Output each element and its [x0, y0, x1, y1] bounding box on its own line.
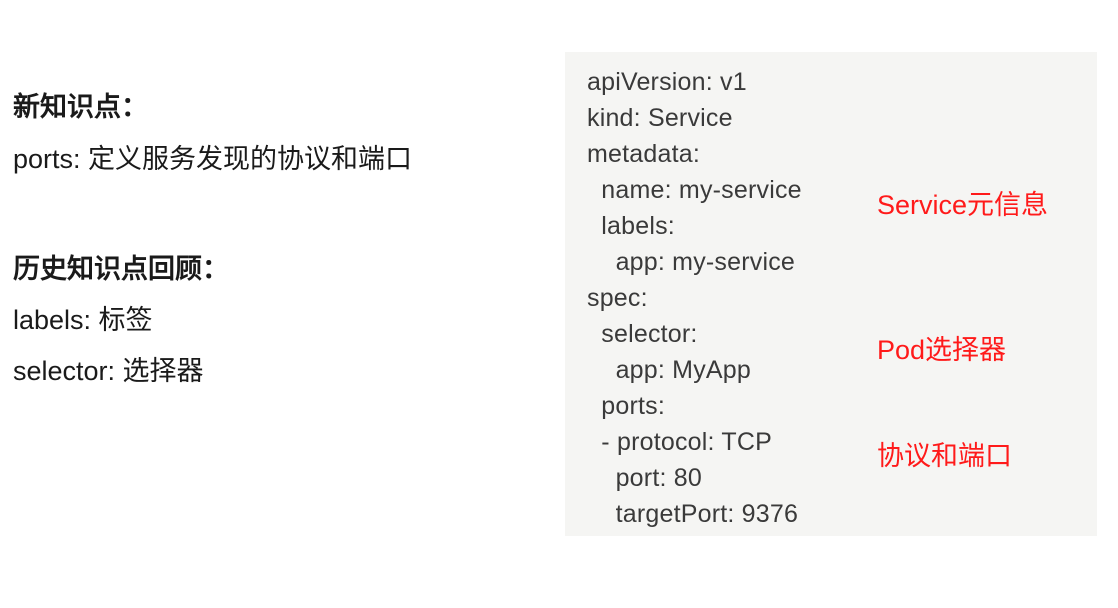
- annotation-pod-selector: Pod选择器: [877, 335, 1007, 365]
- yaml-line-protocol: - protocol: TCP: [587, 428, 772, 456]
- yaml-code-block: apiVersion: v1 kind: Service metadata: n…: [565, 52, 1097, 536]
- yaml-line-selector: selector:: [587, 320, 698, 348]
- yaml-line-name: name: my-service: [587, 176, 802, 204]
- history-item-selector: selector: 选择器: [13, 356, 204, 386]
- history-item-labels: labels: 标签: [13, 305, 153, 335]
- yaml-line-apiversion: apiVersion: v1: [587, 68, 747, 96]
- history-review-heading: 历史知识点回顾：: [13, 254, 229, 284]
- annotation-service-metadata: Service元信息: [877, 190, 1049, 220]
- yaml-line-spec: spec:: [587, 284, 648, 312]
- yaml-line-labels-app: app: my-service: [587, 248, 796, 276]
- new-knowledge-heading: 新知识点：: [13, 92, 148, 122]
- yaml-line-ports: ports:: [587, 392, 666, 420]
- yaml-line-targetport: targetPort: 9376: [587, 500, 799, 528]
- yaml-line-port: port: 80: [587, 464, 702, 492]
- yaml-line-selector-app: app: MyApp: [587, 356, 751, 384]
- yaml-line-metadata: metadata:: [587, 140, 700, 168]
- yaml-line-kind: kind: Service: [587, 104, 733, 132]
- slide: { "new_knowledge": { "heading": "新知识点：",…: [0, 0, 1118, 608]
- yaml-line-labels: labels:: [587, 212, 675, 240]
- new-knowledge-item-ports: ports: 定义服务发现的协议和端口: [13, 144, 413, 174]
- annotation-protocol-port: 协议和端口: [877, 441, 1012, 471]
